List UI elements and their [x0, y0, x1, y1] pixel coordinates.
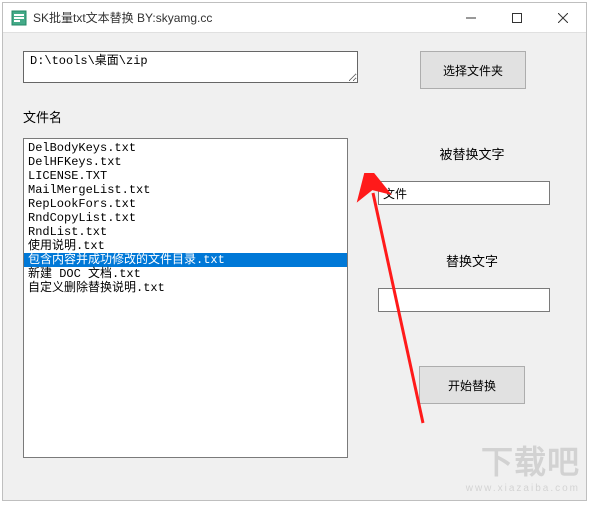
titlebar[interactable]: SK批量txt文本替换 BY:skyamg.cc: [3, 3, 586, 33]
right-panel: 被替换文字 替换文字 开始替换: [378, 138, 566, 458]
file-name-label: 文件名: [23, 107, 566, 126]
minimize-icon: [466, 13, 476, 23]
close-button[interactable]: [540, 3, 586, 32]
list-item[interactable]: RndList.txt: [24, 225, 347, 239]
client-area: 选择文件夹 文件名 DelBodyKeys.txtDelHFKeys.txtLI…: [3, 33, 586, 500]
list-item[interactable]: 新建 DOC 文档.txt: [24, 267, 347, 281]
list-item[interactable]: DelBodyKeys.txt: [24, 141, 347, 155]
list-item[interactable]: 包含内容并成功修改的文件目录.txt: [24, 253, 347, 267]
replace-text-input[interactable]: [378, 288, 550, 312]
close-icon: [558, 13, 568, 23]
app-icon: [11, 10, 27, 26]
window-title: SK批量txt文本替换 BY:skyamg.cc: [33, 9, 448, 26]
watermark-url: www.xiazaiba.com: [466, 483, 580, 494]
list-item[interactable]: DelHFKeys.txt: [24, 155, 347, 169]
minimize-button[interactable]: [448, 3, 494, 32]
maximize-button[interactable]: [494, 3, 540, 32]
list-item[interactable]: 使用说明.txt: [24, 239, 347, 253]
replaced-text-input[interactable]: [378, 181, 550, 205]
list-item[interactable]: 自定义删除替换说明.txt: [24, 281, 347, 295]
replaced-text-label: 被替换文字: [439, 144, 504, 163]
list-item[interactable]: MailMergeList.txt: [24, 183, 347, 197]
list-item[interactable]: RndCopyList.txt: [24, 211, 347, 225]
maximize-icon: [512, 13, 522, 23]
app-window: SK批量txt文本替换 BY:skyamg.cc 选择文件夹 文件名 DelBo…: [2, 2, 587, 501]
file-list[interactable]: DelBodyKeys.txtDelHFKeys.txtLICENSE.TXTM…: [23, 138, 348, 458]
list-item[interactable]: LICENSE.TXT: [24, 169, 347, 183]
select-folder-button[interactable]: 选择文件夹: [420, 51, 526, 89]
folder-path-input[interactable]: [23, 51, 358, 83]
list-item[interactable]: RepLookFors.txt: [24, 197, 347, 211]
window-controls: [448, 3, 586, 32]
replace-text-label: 替换文字: [446, 251, 498, 270]
start-replace-button[interactable]: 开始替换: [419, 366, 525, 404]
